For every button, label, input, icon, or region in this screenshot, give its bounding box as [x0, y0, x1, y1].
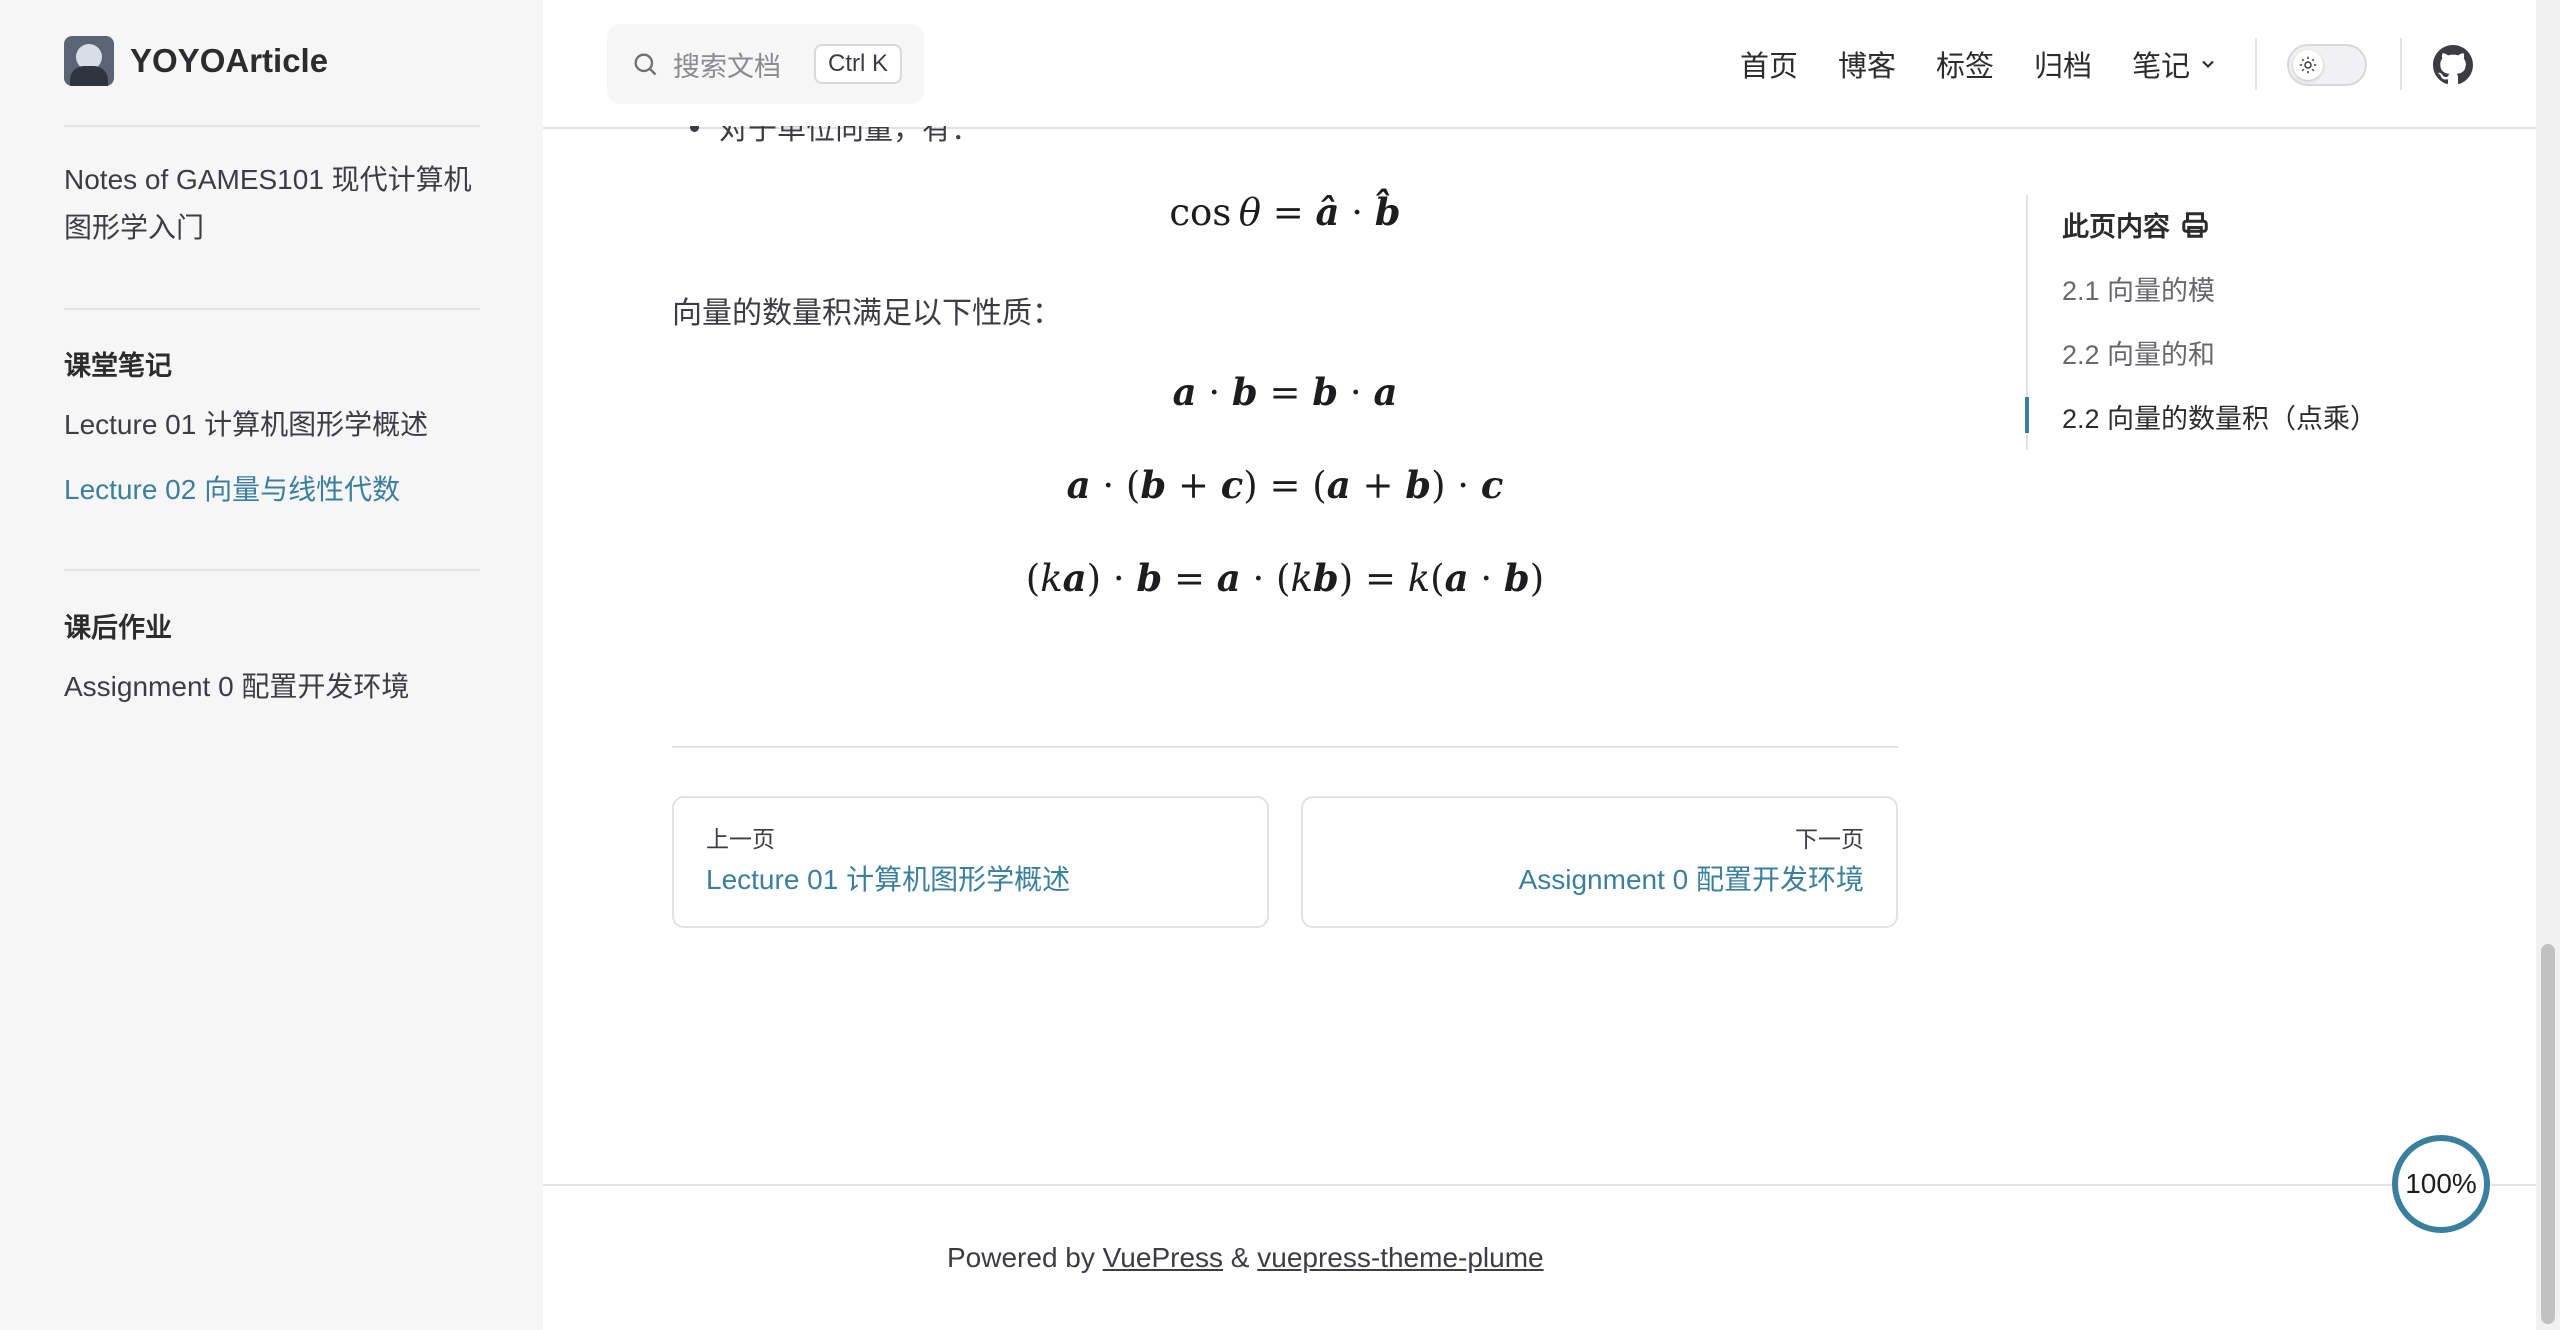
table-of-contents: 此页内容 2.1 向量的模 2.2 向量的和 2.2 向量的数量积（点乘） [2025, 195, 2486, 450]
toc-active-marker [2025, 397, 2029, 433]
theme-toggle[interactable] [2287, 44, 2367, 86]
site-name: YOYOArticle [130, 42, 329, 79]
search-placeholder: 搜索文档 [673, 51, 781, 82]
paragraph-properties-intro: 向量的数量积满足以下性质： [672, 297, 1062, 330]
formula-unit-vector: cos θ = â · b̂ [1169, 190, 1401, 234]
toc-item-vector-sum[interactable]: 2.2 向量的和 [2062, 333, 2215, 372]
next-page-desc: 下一页 [1795, 826, 1864, 852]
nav-menu: 首页 博客 标签 归档 笔记 [1740, 40, 2258, 88]
next-page-title: Assignment 0 配置开发环境 [1518, 864, 1864, 895]
nav-item-notes[interactable]: 笔记 [2132, 43, 2218, 85]
next-page-link[interactable]: 下一页 Assignment 0 配置开发环境 [1301, 796, 1898, 928]
nav-item-tags[interactable]: 标签 [1936, 43, 1994, 85]
page-footer: Powered by VuePress & vuepress-theme-plu… [543, 1184, 2540, 1330]
toc-item-dot-product[interactable]: 2.2 向量的数量积（点乘） [2062, 397, 2377, 436]
search-shortcut: Ctrl K [814, 44, 902, 84]
sidebar: YOYOArticle Notes of GAMES101 现代计算机图形学入门… [0, 0, 543, 1330]
nav-separator [2255, 38, 2257, 90]
top-navbar: 搜索文档 Ctrl K 首页 博客 标签 归档 笔记 [543, 0, 2540, 129]
sidebar-item-lecture-01[interactable]: Lecture 01 计算机图形学概述 [64, 401, 428, 449]
sidebar-item-assignment-0[interactable]: Assignment 0 配置开发环境 [64, 663, 409, 711]
footer-text: Powered by VuePress & vuepress-theme-plu… [947, 1242, 1544, 1274]
sidebar-group-title: 课堂笔记 [64, 351, 172, 381]
content-divider [672, 746, 1898, 748]
formula-scalar: (ka) · b = a · (kb) = k(a · b) [1025, 556, 1545, 600]
sidebar-divider [64, 308, 480, 310]
sun-icon [2293, 50, 2323, 80]
sidebar-divider [64, 125, 480, 127]
nav-separator [2400, 38, 2402, 90]
formula-commutative: a · b = b · a [1172, 370, 1398, 414]
github-icon[interactable] [2433, 45, 2473, 85]
nav-item-blog[interactable]: 博客 [1838, 43, 1896, 85]
nav-item-archive[interactable]: 归档 [2034, 43, 2092, 85]
toc-title-label: 此页内容 [2062, 212, 2170, 242]
toc-item-vector-norm[interactable]: 2.1 向量的模 [2062, 269, 2215, 308]
search-icon [634, 53, 657, 76]
sidebar-group-title: 课后作业 [64, 613, 172, 643]
print-icon[interactable] [2180, 210, 2210, 240]
site-logo-link[interactable]: YOYOArticle [64, 36, 328, 86]
prev-page-desc: 上一页 [706, 826, 775, 852]
nav-item-home[interactable]: 首页 [1740, 43, 1798, 85]
footer-amp: & [1230, 1242, 1250, 1273]
site-logo-image [64, 36, 114, 86]
sidebar-divider [64, 569, 480, 571]
sidebar-item-lecture-02[interactable]: Lecture 02 向量与线性代数 [64, 466, 400, 514]
scrollbar-thumb[interactable] [2541, 944, 2555, 1324]
footer-link-theme[interactable]: vuepress-theme-plume [1257, 1242, 1543, 1273]
footer-prefix: Powered by [947, 1242, 1095, 1273]
prev-page-title: Lecture 01 计算机图形学概述 [706, 864, 1071, 895]
chevron-down-icon [2202, 60, 2214, 68]
sidebar-item-notes-home[interactable]: Notes of GAMES101 现代计算机图形学入门 [64, 156, 494, 252]
footer-link-vuepress[interactable]: VuePress [1103, 1242, 1223, 1273]
nav-item-notes-label: 笔记 [2132, 51, 2191, 83]
reading-progress-button[interactable]: 100% [2392, 1135, 2490, 1233]
prev-page-link[interactable]: 上一页 Lecture 01 计算机图形学概述 [672, 796, 1269, 928]
formula-distributive: a · (b + c) = (a + b) · c [1066, 463, 1504, 507]
toc-title: 此页内容 [2062, 205, 2210, 244]
search-button[interactable]: 搜索文档 Ctrl K [607, 24, 924, 104]
